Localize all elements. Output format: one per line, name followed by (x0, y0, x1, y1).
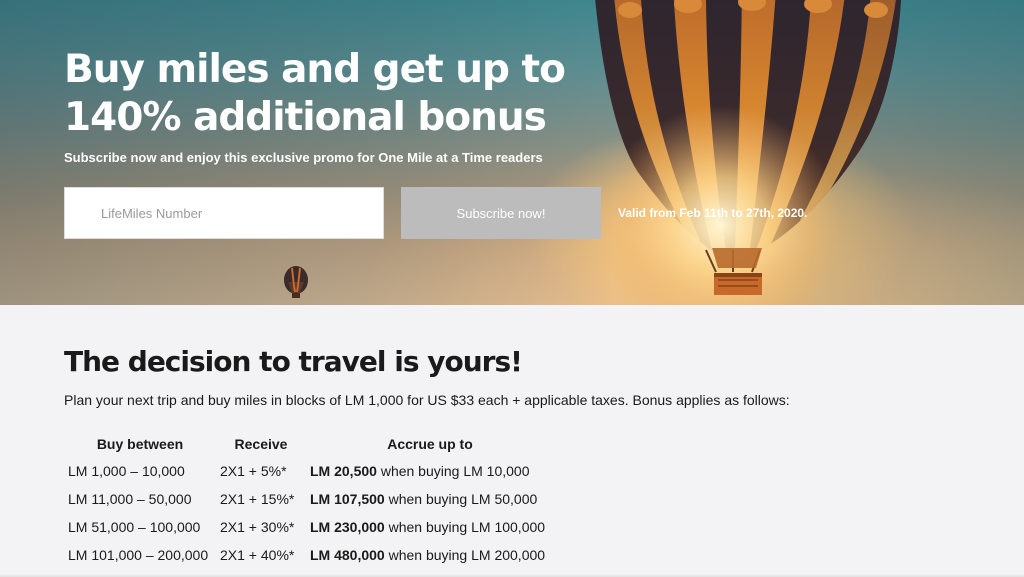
table-row: LM 51,000 – 100,000 2X1 + 30%* LM 230,00… (64, 513, 554, 541)
header-receive: Receive (234, 436, 288, 452)
section-title: The decision to travel is yours! (64, 345, 523, 378)
accrue-note: when buying LM 100,000 (384, 519, 546, 535)
accrue-amount: LM 20,500 (310, 463, 377, 479)
accrue-cell: LM 107,500 when buying LM 50,000 (306, 485, 554, 513)
promo-validity-text: Valid from Feb 11th to 27th, 2020. (618, 206, 808, 220)
receive-cell: 2X1 + 30%* (220, 519, 295, 535)
accrue-note: when buying LM 50,000 (384, 491, 538, 507)
bonus-table: Buy between Receive Accrue up to LM 1,00… (64, 431, 554, 569)
accrue-amount: LM 230,000 (310, 519, 385, 535)
receive-cell: 2X1 + 15%* (220, 491, 295, 507)
section-description: Plan your next trip and buy miles in blo… (64, 392, 790, 408)
range-cell: LM 51,000 – 100,000 (68, 519, 201, 535)
table-row: LM 1,000 – 10,000 2X1 + 5%* LM 20,500 wh… (64, 457, 554, 485)
hero-title: Buy miles and get up to 140% additional … (64, 47, 566, 140)
receive-cell: 2X1 + 40%* (220, 547, 295, 563)
receive-cell: 2X1 + 5%* (220, 463, 287, 479)
subscribe-button[interactable]: Subscribe now! (401, 187, 601, 239)
table-row: LM 11,000 – 50,000 2X1 + 15%* LM 107,500… (64, 485, 554, 513)
accrue-cell: LM 480,000 when buying LM 200,000 (306, 541, 554, 569)
table-header-row: Buy between Receive Accrue up to (64, 431, 554, 457)
range-cell: LM 11,000 – 50,000 (68, 491, 192, 507)
lifemiles-number-input[interactable] (64, 187, 384, 239)
accrue-cell: LM 230,000 when buying LM 100,000 (306, 513, 554, 541)
range-cell: LM 101,000 – 200,000 (68, 547, 209, 563)
range-cell: LM 1,000 – 10,000 (68, 463, 185, 479)
accrue-note: when buying LM 10,000 (376, 463, 530, 479)
accrue-amount: LM 480,000 (310, 547, 385, 563)
hero-subtitle: Subscribe now and enjoy this exclusive p… (64, 150, 543, 165)
hero-banner: Buy miles and get up to 140% additional … (0, 0, 1024, 305)
accrue-note: when buying LM 200,000 (384, 547, 546, 563)
header-buy-between: Buy between (96, 436, 184, 452)
header-accrue-up-to: Accrue up to (387, 436, 473, 452)
accrue-cell: LM 20,500 when buying LM 10,000 (306, 457, 554, 485)
accrue-amount: LM 107,500 (310, 491, 385, 507)
table-row: LM 101,000 – 200,000 2X1 + 40%* LM 480,0… (64, 541, 554, 569)
